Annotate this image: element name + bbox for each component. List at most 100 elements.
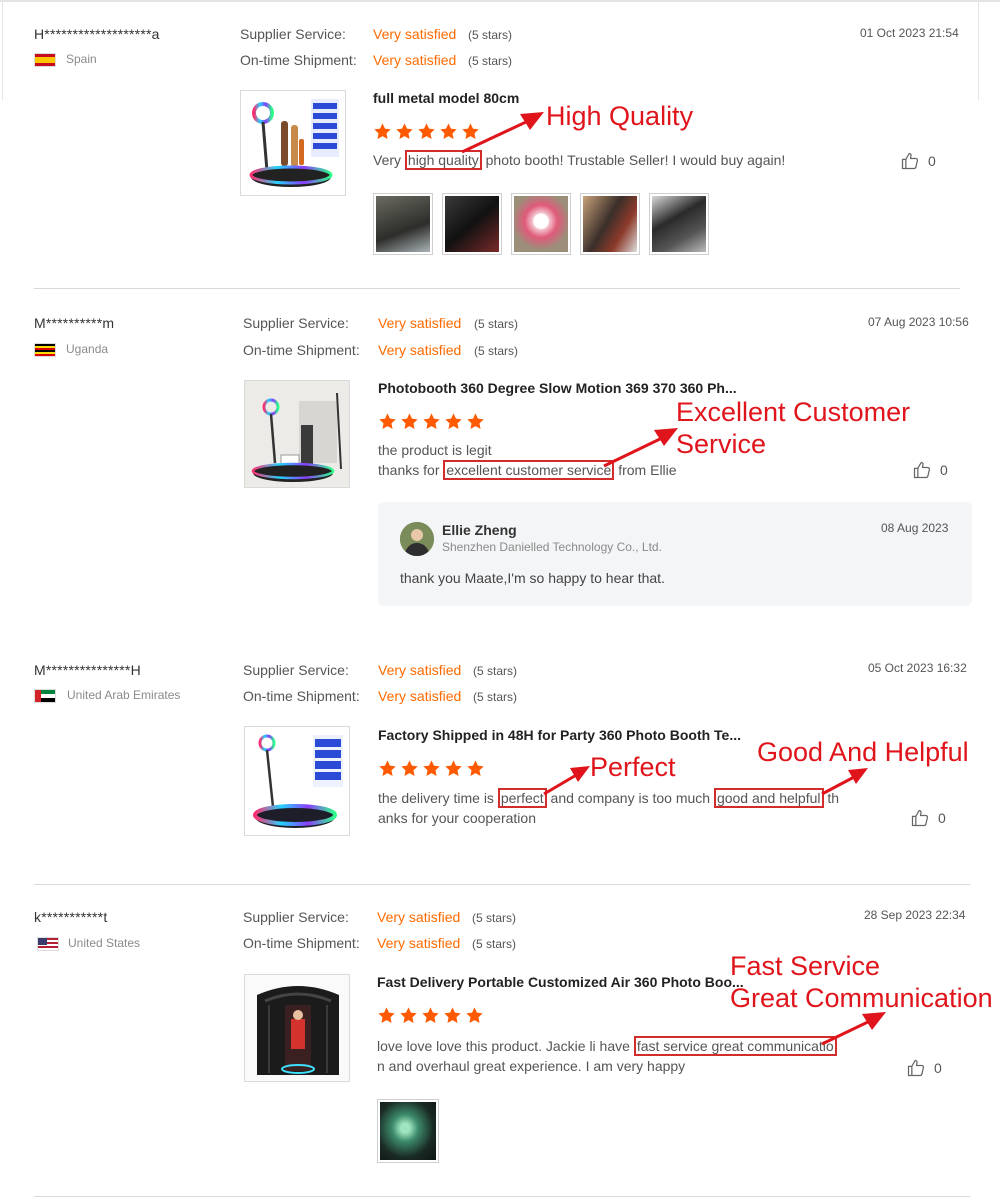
shipment-label: On-time Shipment: (243, 342, 360, 358)
star-icon (444, 759, 463, 778)
review-text-line: love love love this product. Jackie li h… (377, 1036, 837, 1056)
star-icon (399, 1006, 418, 1025)
reviewer-country: United States (68, 936, 141, 950)
flag-icon (34, 689, 56, 703)
review-photo[interactable] (580, 193, 640, 255)
rating-stars (377, 1006, 484, 1026)
product-thumbnail[interactable] (244, 380, 350, 488)
avatar (400, 522, 434, 556)
like-count: 0 (934, 1060, 942, 1076)
star-icon (421, 1006, 440, 1025)
shipment-stars: (5 stars) (474, 344, 519, 358)
supplier-service-stars: (5 stars) (474, 317, 519, 331)
thumbs-up-icon (912, 460, 932, 480)
like-button[interactable]: 0 (910, 808, 946, 828)
seller-reply: Ellie Zheng Shenzhen Danielled Technolog… (378, 502, 972, 606)
thumbs-up-icon (910, 808, 930, 828)
supplier-service-label: Supplier Service: (243, 662, 349, 678)
star-icon (466, 412, 485, 431)
star-icon (417, 122, 436, 141)
shipment-stars: (5 stars) (468, 54, 513, 68)
reviewer-country: Spain (66, 52, 97, 66)
review-photo[interactable] (442, 193, 502, 255)
annotation-line: Fast Service (730, 951, 881, 981)
annotation-line: Service (676, 429, 767, 459)
star-icon (444, 412, 463, 431)
supplier-service-stars: (5 stars) (472, 911, 517, 925)
thumbs-up-icon (900, 151, 920, 171)
reviewer-name: k***********t (34, 909, 108, 925)
review-date: 05 Oct 2023 16:32 (868, 661, 967, 675)
reviewer-name: M**********m (34, 315, 115, 331)
review-text-line: anks for your cooperation (378, 810, 536, 826)
review-photo[interactable] (377, 1099, 439, 1163)
annotation-label: Excellent Customer Service (676, 396, 910, 460)
like-count: 0 (938, 810, 946, 826)
supplier-service-label: Supplier Service: (240, 26, 346, 42)
review-photo[interactable] (373, 193, 433, 255)
rating-stars (378, 412, 485, 432)
star-icon (395, 122, 414, 141)
annotation-label: High Quality (546, 101, 694, 131)
like-count: 0 (940, 462, 948, 478)
reply-date: 08 Aug 2023 (881, 521, 949, 535)
annotation-line: Great Communication (730, 983, 993, 1013)
review-card: k***********t United States Supplier Ser… (0, 890, 1000, 1200)
flag-icon (34, 343, 56, 357)
shipment-stars: (5 stars) (472, 937, 517, 951)
product-title[interactable]: Fast Delivery Portable Customized Air 36… (377, 974, 744, 990)
annotation-label: Perfect (590, 752, 676, 782)
product-title[interactable]: Photobooth 360 Degree Slow Motion 369 37… (378, 380, 737, 396)
like-button[interactable]: 0 (900, 151, 936, 171)
product-thumbnail[interactable] (240, 90, 346, 196)
product-thumbnail[interactable] (244, 974, 350, 1082)
star-icon (466, 759, 485, 778)
star-icon (443, 1006, 462, 1025)
shipment-label: On-time Shipment: (243, 935, 360, 951)
review-date: 28 Sep 2023 22:34 (864, 908, 966, 922)
flag-icon (34, 53, 56, 67)
review-text-line: n and overhaul great experience. I am ve… (377, 1058, 686, 1074)
review-text: love love love this product. Jackie li h… (377, 1036, 837, 1076)
product-thumbnail[interactable] (244, 726, 350, 836)
star-icon (422, 759, 441, 778)
like-count: 0 (928, 153, 936, 169)
shipment-value: Very satisfied (373, 52, 457, 68)
review-text-line: the delivery time is perfect and company… (378, 788, 839, 808)
annotation-line: Excellent Customer (676, 397, 911, 427)
shipment-value: Very satisfied (378, 342, 462, 358)
star-icon (422, 412, 441, 431)
flag-icon (37, 937, 59, 951)
review-text-part: Very (373, 152, 405, 168)
shipment-stars: (5 stars) (473, 690, 518, 704)
product-title[interactable]: full metal model 80cm (373, 90, 519, 106)
review-card: M**********m Uganda Supplier Service: Ve… (0, 290, 1000, 650)
review-date: 01 Oct 2023 21:54 (860, 26, 959, 40)
review-photo[interactable] (511, 193, 571, 255)
product-title[interactable]: Factory Shipped in 48H for Party 360 Pho… (378, 727, 741, 743)
like-button[interactable]: 0 (906, 1058, 942, 1078)
seller-name: Ellie Zheng (442, 522, 517, 538)
star-icon (400, 412, 419, 431)
shipment-value: Very satisfied (378, 688, 462, 704)
review-divider (34, 1196, 970, 1197)
rating-stars (378, 759, 485, 779)
shipment-label: On-time Shipment: (243, 688, 360, 704)
annotation-label: Fast Service Great Communication (730, 950, 993, 1014)
highlight-box: fast service great communicatio (633, 1036, 837, 1056)
annotation-arrow (461, 112, 544, 154)
reviewer-name: H*******************a (34, 26, 160, 42)
review-photo[interactable] (649, 193, 709, 255)
shipment-value: Very satisfied (377, 935, 461, 951)
shipment-label: On-time Shipment: (240, 52, 357, 68)
highlight-box: excellent customer service (443, 460, 615, 480)
review-text: Very high quality photo booth! Trustable… (373, 150, 785, 170)
review-text-part: the delivery time is (378, 790, 498, 806)
supplier-service-value: Very satisfied (378, 315, 462, 331)
highlight-box: good and helpful (713, 788, 824, 808)
star-icon (373, 122, 392, 141)
seller-company: Shenzhen Danielled Technology Co., Ltd. (442, 540, 662, 554)
review-text-part: love love love this product. Jackie li h… (377, 1038, 634, 1054)
like-button[interactable]: 0 (912, 460, 948, 480)
reply-text: thank you Maate,I'm so happy to hear tha… (400, 570, 665, 586)
